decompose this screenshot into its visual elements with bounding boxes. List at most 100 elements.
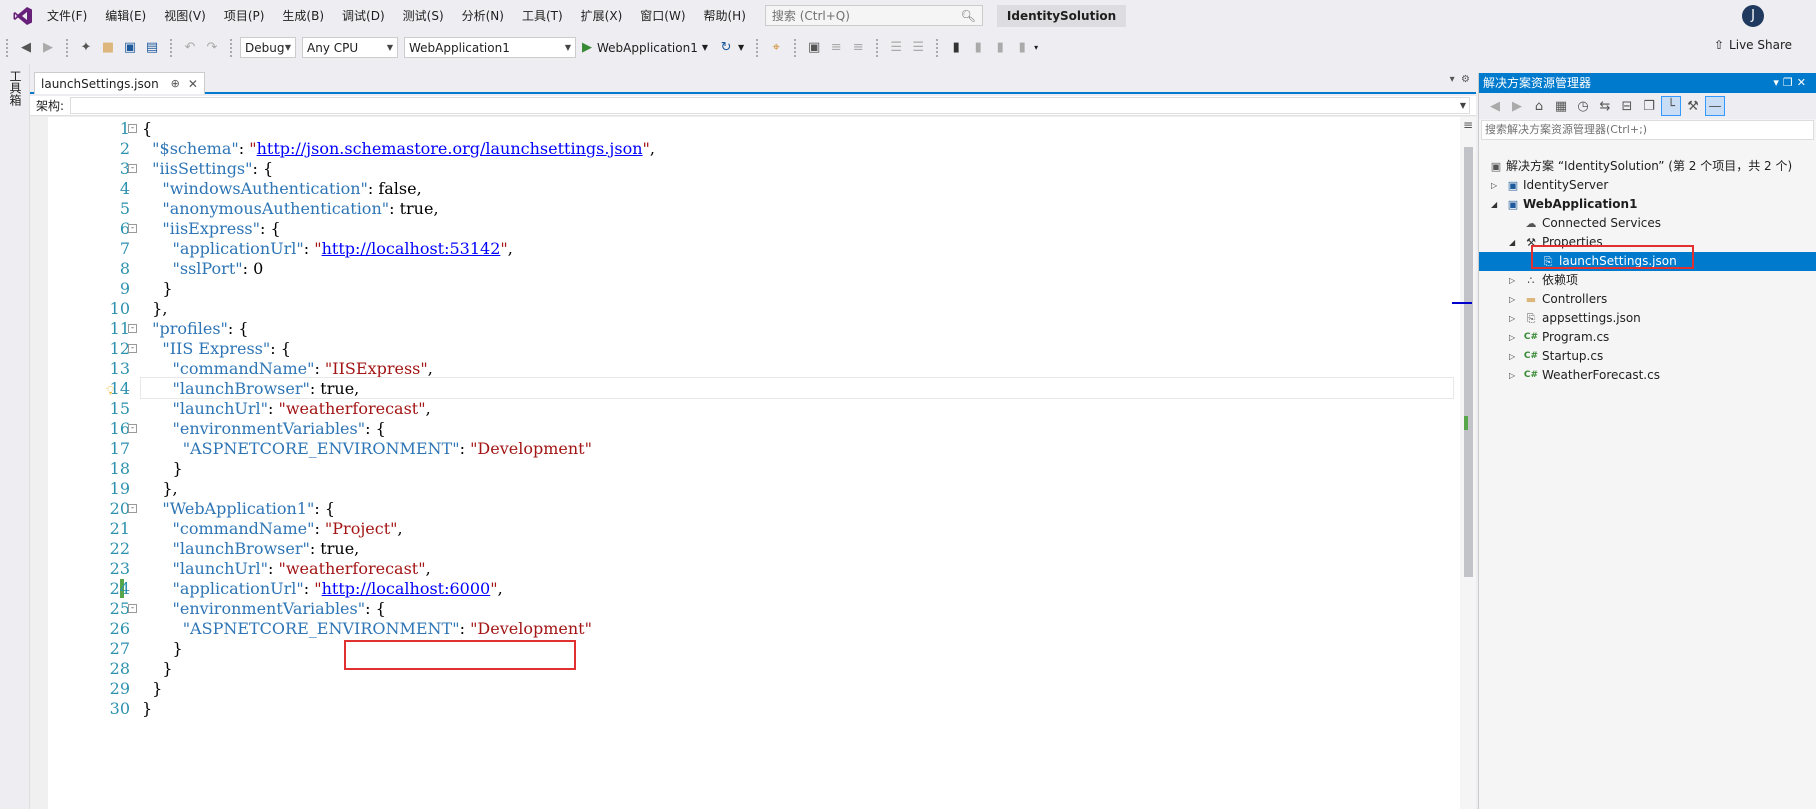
editor-vertical-scrollbar[interactable] — [1460, 117, 1476, 809]
menu-view[interactable]: 视图(V) — [155, 5, 215, 27]
expand-icon[interactable]: ▷ — [1509, 347, 1515, 366]
home-icon[interactable]: ⌂ — [1529, 96, 1549, 116]
tab-launchsettings[interactable]: launchSettings.json ⊕ ✕ — [34, 72, 205, 94]
toolbar-grip — [756, 38, 760, 57]
user-avatar[interactable]: J — [1742, 5, 1764, 27]
show-all-files-icon[interactable]: ❐ — [1639, 96, 1659, 116]
align-left-icon[interactable]: ≡ — [826, 38, 846, 58]
menu-project[interactable]: 项目(P) — [215, 5, 274, 27]
fold-collapse-icon[interactable]: - — [128, 424, 137, 433]
expand-icon[interactable]: ▷ — [1491, 176, 1497, 195]
expand-icon[interactable]: ▷ — [1509, 290, 1515, 309]
menu-build[interactable]: 生成(B) — [273, 5, 333, 27]
line-number: 30 — [109, 699, 130, 718]
comment-icon[interactable]: ☰ — [886, 38, 906, 58]
save-icon[interactable]: ▣ — [120, 38, 140, 58]
menu-tools[interactable]: 工具(T) — [513, 5, 572, 27]
collapse-icon[interactable]: ◢ — [1509, 233, 1515, 252]
tree-item-label: IdentityServer — [1523, 178, 1609, 192]
tree-item-appsettings[interactable]: ▷ ⎘ appsettings.json — [1479, 309, 1816, 328]
startup-project-select[interactable]: WebApplication1 ▼ — [404, 37, 576, 58]
pending-changes-icon[interactable]: ◷ — [1573, 96, 1593, 116]
refresh-icon[interactable]: ↻ — [716, 38, 736, 58]
live-share-button[interactable]: ⇧ Live Share — [1714, 38, 1792, 52]
properties-wrench-icon[interactable]: ⚒ — [1683, 96, 1703, 116]
menu-extensions[interactable]: 扩展(X) — [572, 5, 632, 27]
preview-selected-icon[interactable]: └ — [1661, 96, 1681, 116]
new-project-icon[interactable]: ✦ — [76, 38, 96, 58]
fold-collapse-icon[interactable]: - — [128, 324, 137, 333]
menu-debug[interactable]: 调试(D) — [333, 5, 394, 27]
open-folder-icon[interactable]: ■ — [98, 38, 118, 58]
fold-collapse-icon[interactable]: - — [128, 604, 137, 613]
previous-bookmark-icon[interactable]: ▮ — [968, 38, 988, 58]
fold-collapse-icon[interactable]: - — [128, 124, 137, 133]
fold-collapse-icon[interactable]: - — [128, 504, 137, 513]
menu-window[interactable]: 窗口(W) — [631, 5, 694, 27]
menu-file[interactable]: 文件(F) — [38, 5, 96, 27]
switch-views-icon[interactable]: ▦ — [1551, 96, 1571, 116]
collapse-all-icon[interactable]: ⊟ — [1617, 96, 1637, 116]
close-icon[interactable]: ✕ — [188, 77, 198, 91]
quick-search-input[interactable]: 搜索 (Ctrl+Q) 🔍︎ — [764, 5, 983, 26]
toolbox-tab[interactable]: 工具箱 — [8, 70, 24, 106]
solution-explorer-title: 解决方案资源管理器 — [1483, 76, 1592, 90]
pin-panel-icon[interactable]: — — [1705, 96, 1725, 116]
back-icon[interactable]: ◀ — [1485, 96, 1505, 116]
schema-select[interactable]: ▼ — [70, 97, 1470, 114]
annotation-highlight-box — [344, 640, 576, 670]
tree-item-identityserver[interactable]: ▷ ▣ IdentityServer — [1479, 176, 1816, 195]
fold-collapse-icon[interactable]: - — [128, 224, 137, 233]
expand-icon[interactable]: ▷ — [1509, 309, 1515, 328]
navigate-back-icon[interactable]: ◀ — [16, 38, 36, 58]
clear-bookmarks-icon[interactable]: ▮ — [1012, 38, 1032, 58]
menu-edit[interactable]: 编辑(E) — [96, 5, 155, 27]
bookmark-icon[interactable]: ▮ — [946, 38, 966, 58]
toolbar-grip[interactable] — [6, 38, 10, 57]
navigate-forward-icon[interactable]: ▶ — [38, 38, 58, 58]
tree-item-webapplication1[interactable]: ◢ ▣ WebApplication1 — [1479, 195, 1816, 214]
visual-studio-logo-icon[interactable] — [8, 1, 38, 31]
pin-icon[interactable]: ⊕ — [171, 77, 180, 90]
solution-platform-select[interactable]: Any CPU ▼ — [302, 37, 398, 58]
forward-icon[interactable]: ▶ — [1507, 96, 1527, 116]
tree-item-solution[interactable]: ▣ 解决方案 “IdentitySolution” (第 2 个项目，共 2 个… — [1479, 157, 1816, 176]
browser-link-icon[interactable]: ⌖ — [766, 38, 786, 58]
sync-icon[interactable]: ⇆ — [1595, 96, 1615, 116]
undo-icon[interactable]: ↶ — [180, 38, 200, 58]
collapse-icon[interactable]: ◢ — [1491, 195, 1497, 214]
tree-item-program[interactable]: ▷ C# Program.cs — [1479, 328, 1816, 347]
chevron-down-icon: ▼ — [284, 43, 291, 52]
tree-item-startup[interactable]: ▷ C# Startup.cs — [1479, 347, 1816, 366]
tree-item-connected-services[interactable]: ☁ Connected Services — [1479, 214, 1816, 233]
tree-item-dependencies[interactable]: ▷ ∴ 依赖项 — [1479, 271, 1816, 290]
code-editor[interactable]: 1-{ 2 "$schema": "http://json.schemastor… — [30, 117, 1460, 809]
solution-explorer-titlebar: 解决方案资源管理器 ▾❐✕ — [1479, 73, 1816, 93]
next-bookmark-icon[interactable]: ▮ — [990, 38, 1010, 58]
expand-icon[interactable]: ▷ — [1509, 271, 1515, 290]
menu-test[interactable]: 测试(S) — [394, 5, 453, 27]
tree-item-weatherforecast[interactable]: ▷ C# WeatherForecast.cs — [1479, 366, 1816, 385]
toolbar-overflow-icon[interactable]: ▾ — [1034, 43, 1038, 52]
fold-collapse-icon[interactable]: - — [128, 164, 137, 173]
save-all-icon[interactable]: ▤ — [142, 38, 162, 58]
uncomment-icon[interactable]: ☰ — [908, 38, 928, 58]
fold-collapse-icon[interactable]: - — [128, 344, 137, 353]
scrollbar-thumb[interactable] — [1464, 147, 1473, 577]
chevron-down-icon[interactable]: ▼ — [738, 43, 744, 52]
expand-icon[interactable]: ▷ — [1509, 328, 1515, 347]
solution-search-input[interactable]: 搜索解决方案资源管理器(Ctrl+;) — [1481, 120, 1814, 140]
start-debugging-button[interactable]: ▶ WebApplication1 ▼ — [582, 40, 708, 55]
panel-window-controls[interactable]: ▾❐✕ — [1773, 73, 1816, 93]
split-window-icon[interactable]: ≡ — [1462, 118, 1474, 132]
menu-analyze[interactable]: 分析(N) — [453, 5, 513, 27]
redo-icon[interactable]: ↷ — [202, 38, 222, 58]
align-right-icon[interactable]: ≡ — [848, 38, 868, 58]
screenshot-icon[interactable]: ▣ — [804, 38, 824, 58]
expand-icon[interactable]: ▷ — [1509, 366, 1515, 385]
tab-overflow-controls[interactable]: ▾ ⚙ — [1450, 74, 1470, 85]
folder-icon: ▬ — [1525, 293, 1537, 306]
tree-item-controllers[interactable]: ▷ ▬ Controllers — [1479, 290, 1816, 309]
solution-configuration-select[interactable]: Debug ▼ — [240, 37, 296, 58]
menu-help[interactable]: 帮助(H) — [695, 5, 755, 27]
